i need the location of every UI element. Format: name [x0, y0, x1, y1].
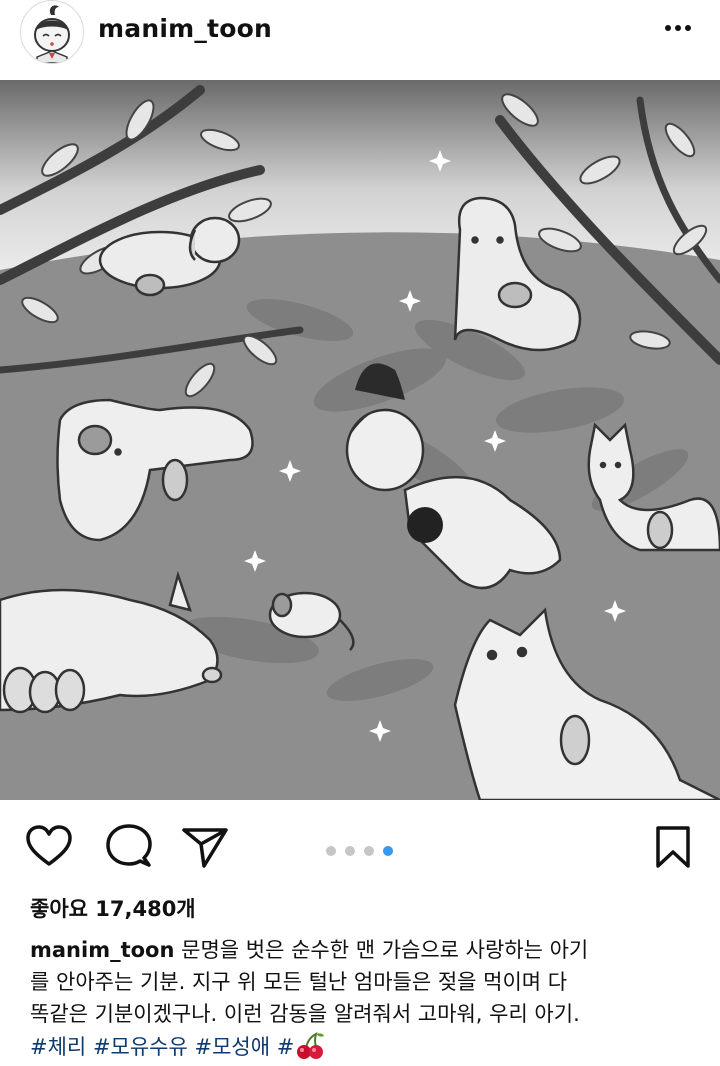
- illustration-animals-nursing: [0, 80, 720, 800]
- post-username[interactable]: manim_toon: [98, 14, 272, 43]
- post-actions: [0, 800, 720, 890]
- hashtag-breastfeeding[interactable]: #모유수유: [93, 1035, 188, 1059]
- carousel-dot-active: [383, 846, 393, 856]
- send-icon: [182, 828, 228, 868]
- avatar-illustration: [21, 1, 83, 63]
- post-image[interactable]: [0, 80, 720, 800]
- save-button[interactable]: [648, 822, 698, 872]
- bookmark-icon: [656, 826, 690, 868]
- carousel-dot: [326, 846, 336, 856]
- share-button[interactable]: [180, 822, 230, 872]
- carousel-dot: [364, 846, 374, 856]
- hashtag-cherry[interactable]: #체리: [30, 1035, 86, 1059]
- comment-button[interactable]: [104, 822, 154, 872]
- caption-username[interactable]: manim_toon: [30, 938, 174, 962]
- hashtag-motherhood[interactable]: #모성애: [195, 1035, 271, 1059]
- heart-icon: [26, 825, 72, 866]
- likes-count[interactable]: 좋아요 17,480개: [30, 893, 196, 923]
- post-caption: manim_toon 문명을 벗은 순수한 맨 가슴으로 사랑하는 아기 를 안…: [30, 934, 700, 1063]
- carousel-indicator: [326, 841, 402, 856]
- comment-icon: [106, 824, 152, 867]
- post-header: manim_toon: [0, 0, 720, 80]
- caption-text-1: 문명을 벗은 순수한 맨 가슴으로 사랑하는 아기: [181, 938, 589, 962]
- caption-text-3: 똑같은 기분이겠구나. 이런 감동을 알려줘서 고마워, 우리 아기.: [30, 1002, 580, 1026]
- hashtag-emoji[interactable]: #: [277, 1032, 327, 1059]
- cherry-emoji: [297, 1032, 325, 1059]
- more-options-button[interactable]: [658, 14, 698, 42]
- like-button[interactable]: [24, 822, 74, 872]
- caption-line-1: manim_toon 문명을 벗은 순수한 맨 가슴으로 사랑하는 아기: [30, 934, 700, 966]
- avatar[interactable]: [20, 0, 84, 64]
- caption-hashtags: #체리 #모유수유 #모성애 #: [30, 1030, 700, 1063]
- carousel-dot: [345, 846, 355, 856]
- caption-text-2: 를 안아주는 기분. 지구 위 모든 털난 엄마들은 젖을 먹이며 다: [30, 970, 568, 994]
- more-horizontal-icon: [665, 25, 691, 31]
